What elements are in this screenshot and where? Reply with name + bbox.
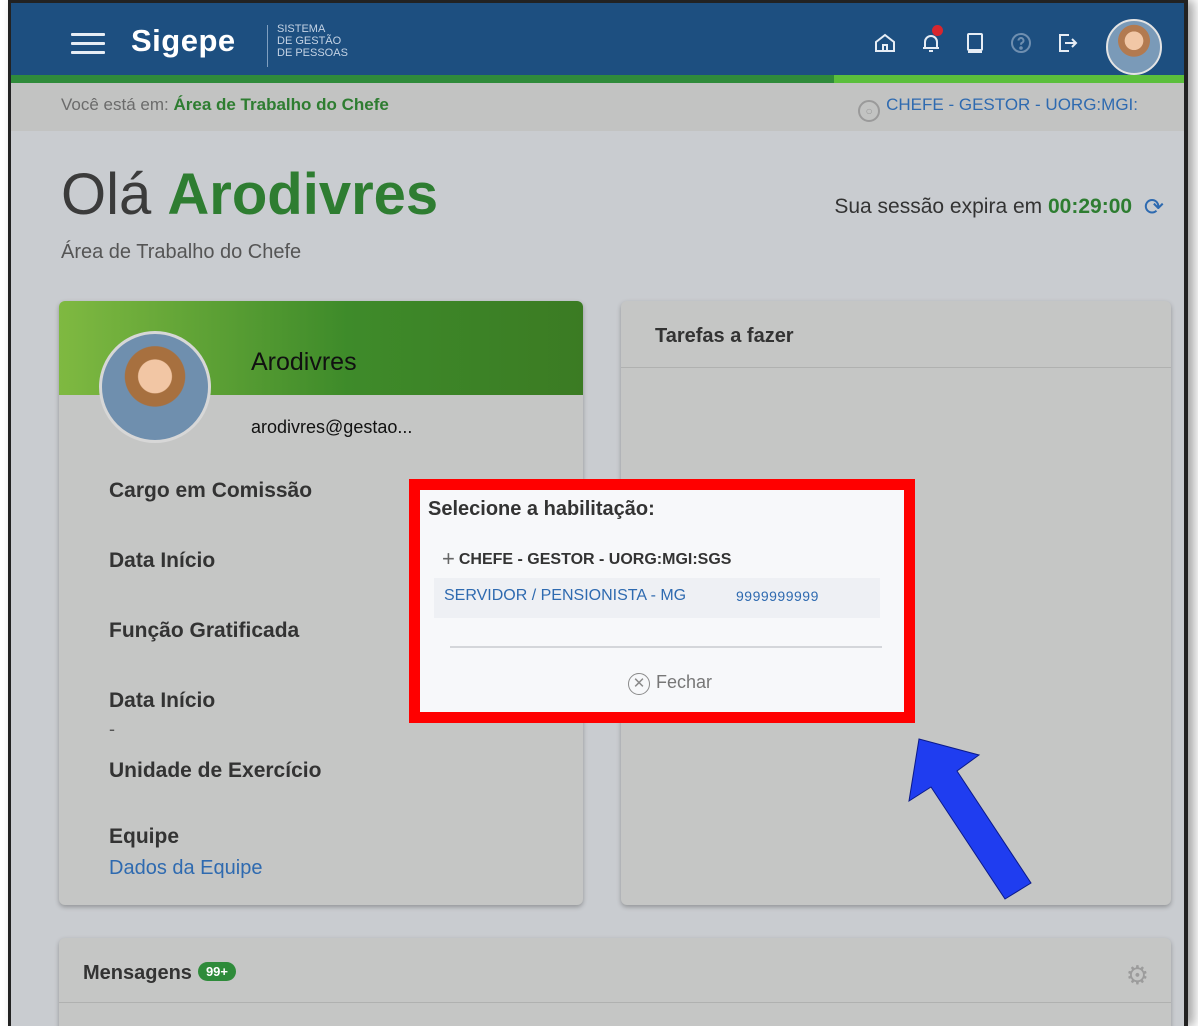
habilitation-modal: Selecione a habilitação: + CHEFE - GESTOR… bbox=[409, 479, 915, 723]
breadcrumb: Você está em: Área de Trabalho do Chefe bbox=[61, 95, 389, 115]
plus-icon: + bbox=[442, 546, 455, 571]
page-subtitle: Área de Trabalho do Chefe bbox=[61, 241, 302, 263]
profile-email: arodivres@gestao... bbox=[251, 417, 413, 437]
greeting-hello: Olá bbox=[61, 162, 152, 227]
user-avatar[interactable] bbox=[1106, 19, 1162, 75]
close-icon: ✕ bbox=[628, 673, 650, 695]
divider bbox=[621, 367, 1171, 368]
breadcrumb-current[interactable]: Área de Trabalho do Chefe bbox=[173, 95, 388, 114]
profile-selector[interactable]: ○ CHEFE - GESTOR - UORG:MGI: bbox=[858, 95, 1138, 122]
session-label: Sua sessão expira em bbox=[834, 195, 1043, 218]
messages-title: Mensagens 99+ bbox=[83, 962, 236, 985]
header-accent-bar bbox=[11, 75, 1184, 83]
field-value-data-inicio-2: - bbox=[109, 719, 115, 739]
close-label: Fechar bbox=[656, 672, 713, 692]
book-icon[interactable] bbox=[962, 31, 988, 57]
page-title: Olá Arodivres bbox=[61, 161, 438, 228]
profile-avatar bbox=[99, 331, 211, 443]
refresh-icon[interactable]: ⟳ bbox=[1144, 193, 1164, 222]
brand-sub-line: SISTEMA bbox=[277, 23, 326, 35]
modal-title: Selecione a habilitação: bbox=[428, 498, 655, 520]
field-label-funcao: Função Gratificada bbox=[109, 619, 300, 642]
brand-sub-line: DE GESTÃO bbox=[277, 35, 342, 47]
messages-card: Mensagens 99+ ⚙ bbox=[59, 938, 1171, 1026]
field-label-data-inicio-2: Data Início bbox=[109, 689, 216, 712]
field-label-unidade: Unidade de Exercício bbox=[109, 759, 322, 782]
brand-divider bbox=[267, 25, 268, 67]
close-button[interactable]: ✕ Fechar bbox=[628, 672, 712, 695]
option-label: SERVIDOR / PENSIONISTA - MG bbox=[444, 587, 687, 604]
option-label: CHEFE - GESTOR - UORG:MGI:SGS bbox=[458, 551, 732, 568]
field-label-equipe: Equipe bbox=[109, 825, 180, 848]
habilitation-option-servidor[interactable]: SERVIDOR / PENSIONISTA - MG 9999999999 bbox=[434, 578, 880, 618]
home-icon[interactable] bbox=[872, 31, 898, 57]
top-navbar: Sigepe SISTEMA DE GESTÃO DE PESSOAS bbox=[11, 3, 1184, 79]
gear-icon[interactable]: ⚙ bbox=[1126, 960, 1149, 991]
divider bbox=[450, 646, 882, 648]
profile-chip-label: CHEFE - GESTOR - UORG:MGI: bbox=[886, 95, 1138, 114]
breadcrumb-prefix: Você está em: bbox=[61, 95, 169, 114]
greeting-name: Arodivres bbox=[167, 162, 439, 227]
app-window: Sigepe SISTEMA DE GESTÃO DE PESSOAS Você… bbox=[8, 0, 1188, 1026]
habilitation-option-chefe[interactable]: + CHEFE - GESTOR - UORG:MGI:SGS bbox=[442, 546, 731, 572]
team-data-link[interactable]: Dados da Equipe bbox=[109, 857, 262, 880]
notification-dot bbox=[932, 25, 943, 36]
field-label-data-inicio: Data Início bbox=[109, 549, 216, 572]
session-timer: Sua sessão expira em 00:29:00 ⟳ bbox=[834, 193, 1164, 222]
brand-logo[interactable]: Sigepe bbox=[131, 23, 236, 59]
option-code: 9999999999 bbox=[736, 588, 819, 604]
messages-title-label: Mensagens bbox=[83, 962, 192, 984]
messages-count-badge: 99+ bbox=[197, 962, 236, 981]
brand-sub-line: DE PESSOAS bbox=[277, 47, 348, 59]
field-label-cargo: Cargo em Comissão bbox=[109, 479, 313, 502]
session-time: 00:29:00 bbox=[1047, 195, 1133, 218]
logout-icon[interactable] bbox=[1054, 31, 1080, 57]
menu-icon[interactable] bbox=[71, 33, 105, 55]
lock-icon: ○ bbox=[858, 100, 881, 122]
brand-subtitle: SISTEMA DE GESTÃO DE PESSOAS bbox=[277, 23, 348, 59]
profile-name: Arodivres bbox=[251, 348, 357, 376]
help-icon[interactable] bbox=[1008, 31, 1034, 57]
bell-icon[interactable] bbox=[918, 25, 944, 57]
tasks-title: Tarefas a fazer bbox=[655, 325, 794, 347]
divider bbox=[59, 1002, 1171, 1003]
annotation-arrow-icon bbox=[908, 738, 1032, 900]
